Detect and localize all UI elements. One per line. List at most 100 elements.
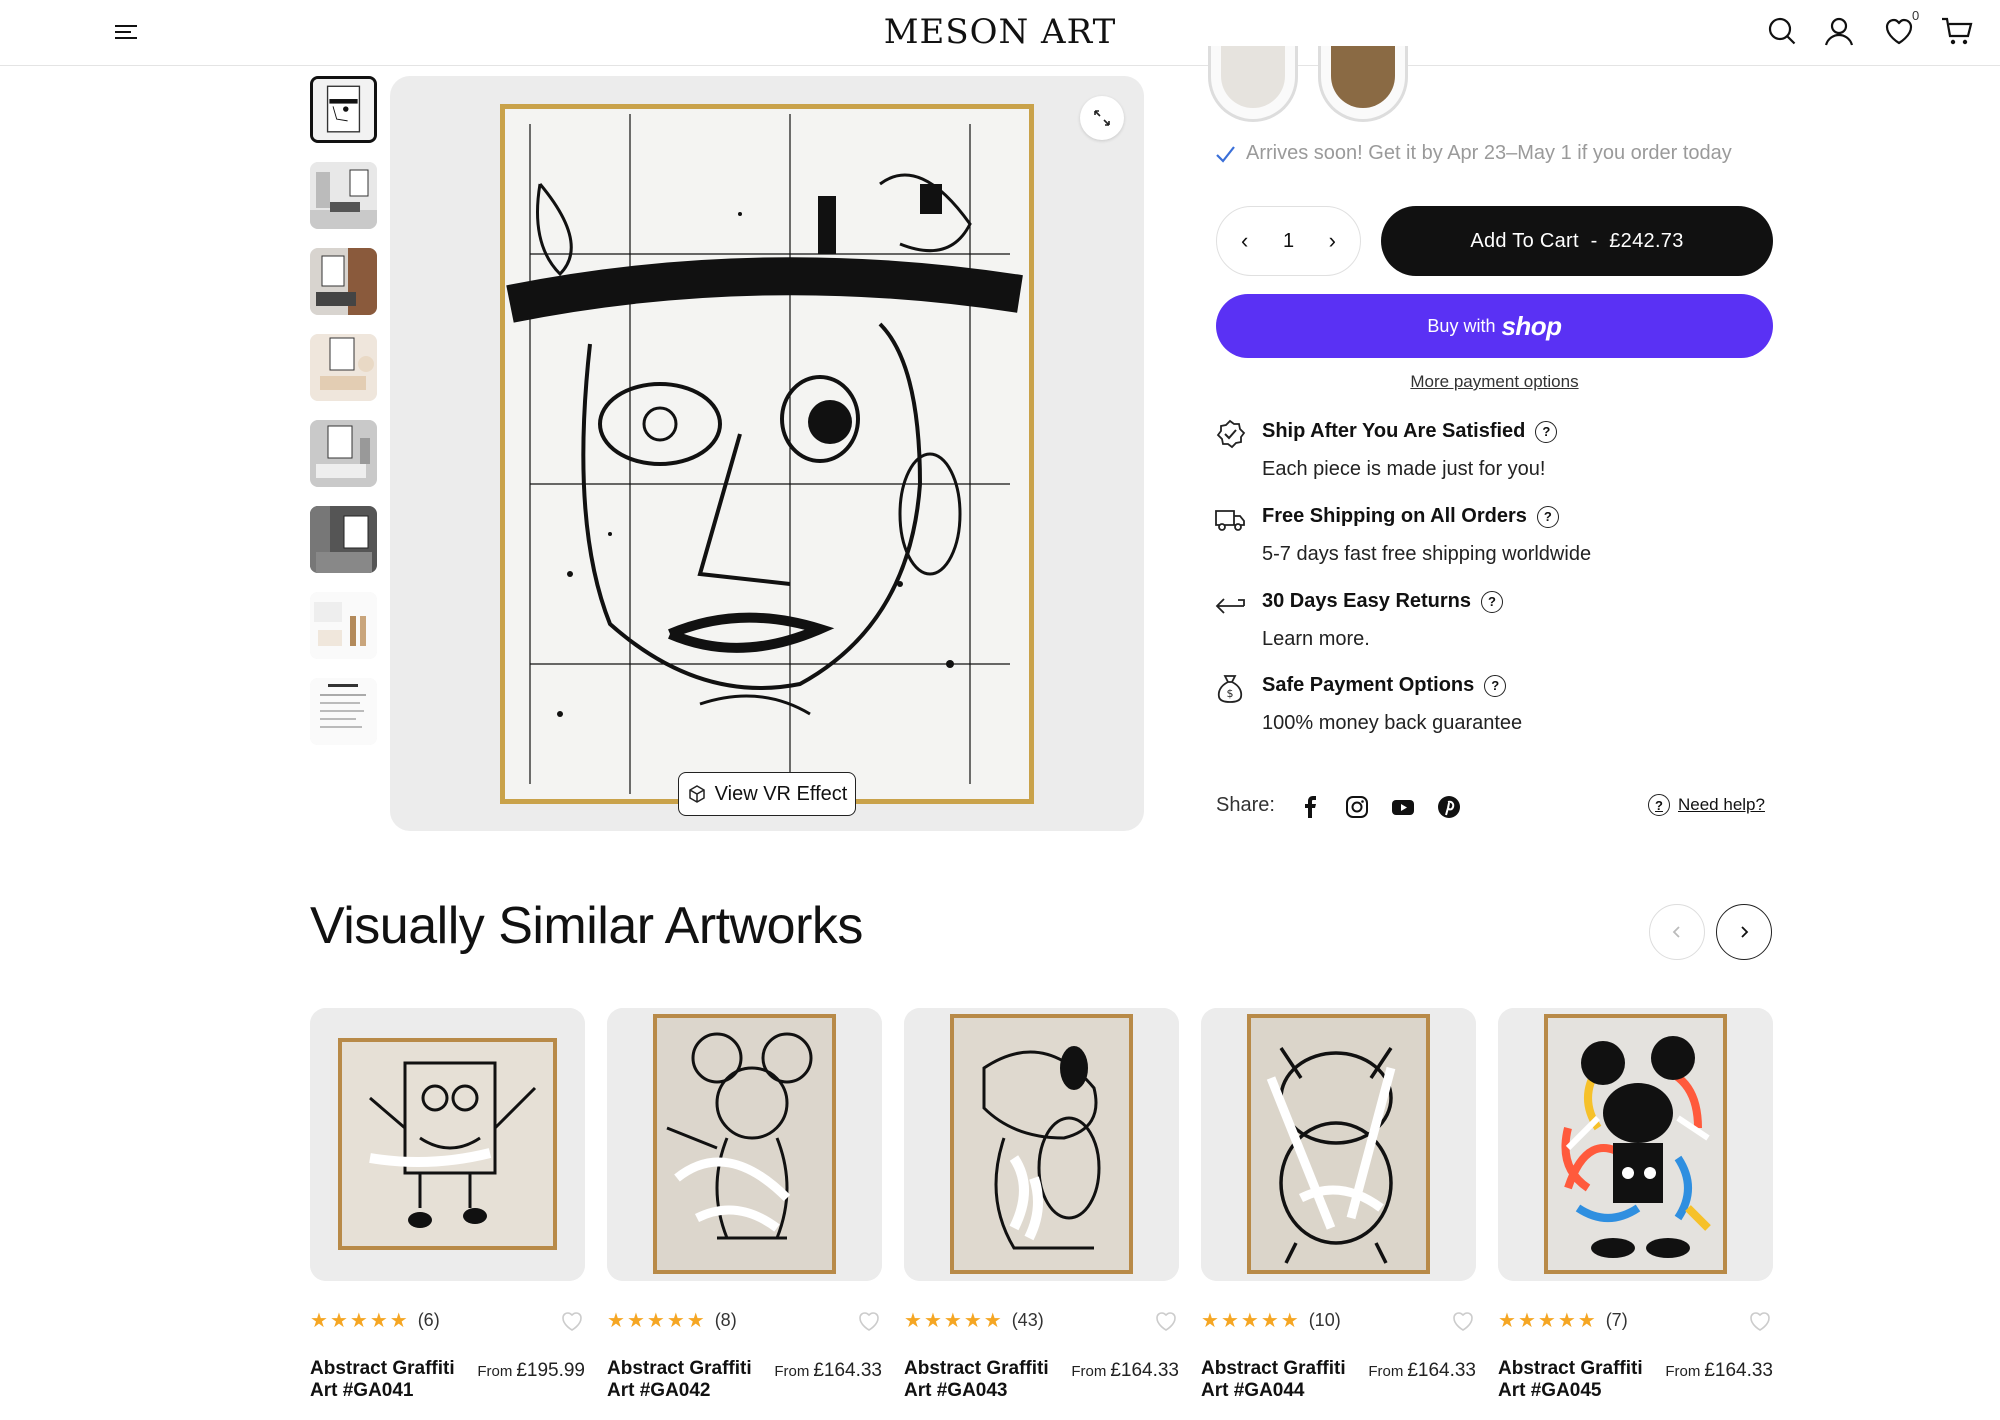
price-from-label: From [774,1363,810,1380]
buy-with-label: Buy with [1427,315,1496,336]
help-icon[interactable]: ? [1481,590,1504,613]
quantity-increase-button[interactable]: › [1329,228,1336,254]
product-card: ★ ★ ★ ★ ★ (43) Abstract Graffiti Art #GA043 … [904,1008,1179,1420]
star-icon: ★ [626,1309,645,1332]
product-card: ★ ★ ★ ★ ★ (10) Abstract Graffiti Art #GA044 … [1201,1008,1476,1420]
facebook-icon[interactable] [1298,794,1324,820]
quantity-value[interactable]: 1 [1283,230,1294,253]
main-product-image[interactable]: View VR Effect [390,76,1144,831]
rating: ★ ★ ★ ★ ★ (7) [1498,1310,1628,1331]
feature-title: 30 Days Easy Returns [1262,590,1472,612]
wishlist-count: 0 [1912,8,1920,23]
quantity-decrease-button[interactable]: ‹ [1241,228,1248,254]
instagram-icon[interactable] [1344,794,1370,820]
account-icon[interactable] [1822,14,1856,48]
pinterest-icon[interactable] [1436,794,1462,820]
gallery-thumbnail-4[interactable] [310,334,377,401]
check-icon [1216,145,1235,163]
frame-option-white[interactable] [1208,46,1298,122]
feature-title: Free Shipping on All Orders [1262,505,1527,527]
gallery-thumbnail-7[interactable] [310,592,377,659]
help-icon[interactable]: ? [1536,505,1559,528]
product-card-image[interactable] [1498,1008,1773,1281]
price-value: £164.33 [1704,1360,1773,1381]
product-card-image[interactable] [1201,1008,1476,1281]
artwork-painting [500,104,1034,804]
product-card-image[interactable] [904,1008,1179,1281]
gallery-thumbnail-3[interactable] [310,248,377,315]
view-vr-effect-button[interactable]: View VR Effect [678,772,856,816]
product-name[interactable]: Abstract Graffiti Art #GA043 [904,1358,1064,1402]
star-icon: ★ [923,1309,942,1332]
feature-subtitle: 5-7 days fast free shipping worldwide [1262,543,1592,565]
truck-icon [1215,510,1245,531]
product-price: From £164.33 [1665,1360,1773,1382]
rating: ★ ★ ★ ★ ★ (8) [607,1310,737,1331]
wishlist-heart-icon[interactable] [1450,1308,1476,1334]
gallery-thumbnail-8[interactable] [310,678,377,745]
search-icon[interactable] [1765,14,1799,48]
need-help-link[interactable]: ? Need help? [1648,794,1765,816]
feature-title: Safe Payment Options [1262,674,1475,696]
price-from-label: From [1071,1363,1107,1380]
product-name[interactable]: Abstract Graffiti Art #GA044 [1201,1358,1361,1402]
product-card-image[interactable] [310,1008,585,1281]
expand-image-button[interactable] [1080,96,1124,140]
gallery-thumbnail-6[interactable] [310,506,377,573]
product-card: ★ ★ ★ ★ ★ (8) Abstract Graffiti Art #GA042 F… [607,1008,882,1420]
badge-check-icon [1216,419,1246,449]
youtube-icon[interactable] [1390,794,1416,820]
section-title: Visually Similar Artworks [310,897,863,955]
cart-icon[interactable] [1940,14,1974,48]
svg-text:$: $ [1227,687,1234,700]
money-bag-icon: $ [1217,675,1243,703]
wishlist-heart-icon[interactable] [856,1308,882,1334]
wishlist-heart-icon[interactable] [559,1308,585,1334]
rating-count: (43) [1011,1310,1044,1330]
star-icon: ★ [963,1309,982,1332]
star-icon: ★ [1498,1309,1516,1332]
frame-option-wood[interactable] [1318,46,1408,122]
quantity-stepper: ‹ 1 › [1216,206,1361,276]
wishlist-heart-icon[interactable] [1747,1308,1773,1334]
carousel-prev-button[interactable] [1649,904,1705,960]
product-name[interactable]: Abstract Graffiti Art #GA045 [1498,1358,1658,1402]
star-icon: ★ [1240,1309,1259,1332]
wishlist-heart-icon[interactable] [1882,14,1916,48]
help-icon[interactable]: ? [1535,420,1558,443]
rating-count: (7) [1605,1310,1628,1330]
star-icon: ★ [369,1309,388,1332]
star-icon: ★ [686,1309,705,1332]
chevron-right-icon [1741,926,1749,938]
expand-icon [1094,110,1110,126]
help-icon[interactable]: ? [1484,674,1507,697]
star-icon: ★ [904,1309,922,1332]
more-payment-options-link[interactable]: More payment options [1216,372,1773,392]
wishlist-heart-icon[interactable] [1153,1308,1179,1334]
product-name[interactable]: Abstract Graffiti Art #GA041 [310,1358,470,1402]
rating-count: (6) [417,1310,440,1330]
gallery-thumbnail-1[interactable] [310,76,377,143]
help-icon: ? [1648,794,1670,816]
star-icon: ★ [1557,1309,1576,1332]
price-from-label: From [477,1363,513,1380]
feature-subtitle[interactable]: Learn more. [1262,628,1370,651]
product-card-image[interactable] [607,1008,882,1281]
gallery-thumbnail-5[interactable] [310,420,377,487]
product-card: ★ ★ ★ ★ ★ (6) Abstract Graffiti Art #GA041 F… [310,1008,585,1420]
site-logo[interactable]: MESON ART [0,12,2000,52]
buy-with-shop-button[interactable]: Buy with shop [1216,294,1773,358]
gallery-thumbnail-2[interactable] [310,162,377,229]
return-arrow-icon [1215,598,1245,614]
add-to-cart-button[interactable]: Add To Cart - £242.73 [1381,206,1773,276]
product-name[interactable]: Abstract Graffiti Art #GA042 [607,1358,767,1402]
star-icon: ★ [1220,1309,1239,1332]
star-icon: ★ [349,1309,368,1332]
star-icon: ★ [1260,1309,1279,1332]
star-icon: ★ [983,1309,1002,1332]
feature-title: Ship After You Are Satisfied [1262,420,1526,442]
price-value: £164.33 [1110,1360,1179,1381]
star-icon: ★ [666,1309,685,1332]
price-from-label: From [1665,1363,1701,1380]
carousel-next-button[interactable] [1716,904,1772,960]
